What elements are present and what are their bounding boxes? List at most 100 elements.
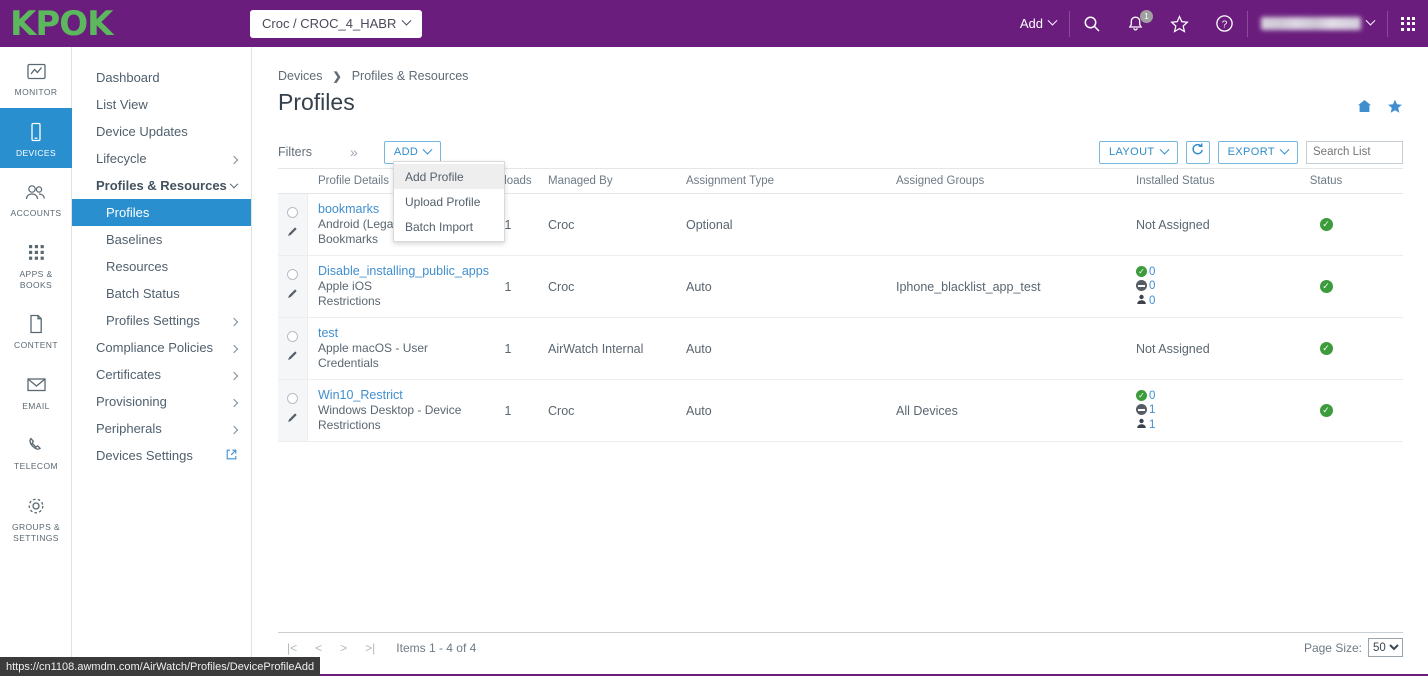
menu-item-label: Add Profile — [405, 169, 464, 184]
breadcrumb-root[interactable]: Devices — [278, 69, 322, 83]
profile-name-link[interactable]: Disable_installing_public_apps — [318, 264, 489, 279]
sidebar-item-certificates[interactable]: Certificates — [72, 361, 251, 388]
sidebar-item-devices-settings[interactable]: Devices Settings — [72, 442, 251, 469]
refresh-button[interactable] — [1185, 140, 1210, 164]
row-select-cell — [278, 256, 308, 317]
accounts-people-icon — [2, 182, 70, 202]
sidebar-item-dashboard[interactable]: Dashboard — [72, 64, 251, 91]
page-size-select[interactable]: 50 — [1368, 638, 1403, 657]
export-button[interactable]: EXPORT — [1217, 140, 1298, 164]
sidebar-item-resources[interactable]: Resources — [72, 253, 251, 280]
managed-by-cell: Croc — [548, 217, 575, 232]
sidebar-item-profiles[interactable]: Profiles — [72, 199, 251, 226]
sidebar-item-batch-status[interactable]: Batch Status — [72, 280, 251, 307]
sidebar-item-lifecycle[interactable]: Lifecycle — [72, 145, 251, 172]
assignment-type-cell: Optional — [686, 217, 733, 232]
profile-name-link[interactable]: Win10_Restrict — [318, 388, 468, 403]
rail-item-email[interactable]: EMAIL — [0, 361, 72, 422]
row-radio[interactable] — [287, 206, 298, 218]
nav-label: Provisioning — [96, 394, 167, 409]
rail-item-content[interactable]: CONTENT — [0, 300, 72, 361]
rail-label: CONTENT — [14, 340, 58, 351]
status-active-icon: ✓ — [1319, 404, 1333, 417]
filters-label[interactable]: Filters — [278, 145, 312, 159]
home-icon[interactable] — [1357, 99, 1372, 119]
installed-status-cell: Not Assigned — [1136, 194, 1271, 255]
search-input[interactable] — [1306, 140, 1403, 164]
user-account-menu[interactable] — [1248, 0, 1387, 47]
table-row[interactable]: Disable_installing_public_apps Apple iOS… — [278, 256, 1403, 318]
add-menu-button[interactable]: Add — [1007, 0, 1069, 47]
sidebar-item-baselines[interactable]: Baselines — [72, 226, 251, 253]
not-installed-count: 1 — [1136, 404, 1271, 416]
rail-item-accounts[interactable]: ACCOUNTS — [0, 168, 72, 229]
column-header-assignment-type[interactable]: Assignment Type — [686, 175, 896, 187]
next-page-button[interactable]: > — [331, 641, 356, 655]
minus-circle-icon — [1136, 280, 1147, 291]
menu-item-add-profile[interactable]: Add Profile — [394, 164, 504, 189]
page-header: Profiles — [253, 83, 1428, 119]
sidebar-item-list-view[interactable]: List View — [72, 91, 251, 118]
add-dropdown-menu: Add Profile Upload Profile Batch Import — [393, 161, 505, 242]
nav-label: Peripherals — [96, 421, 162, 436]
rail-label: APPS & BOOKS — [19, 268, 53, 290]
installed-count: ✓ 0 — [1136, 390, 1271, 402]
check-circle-icon: ✓ — [1136, 266, 1147, 277]
notifications-button[interactable]: 1 — [1114, 0, 1157, 47]
rail-item-devices[interactable]: DEVICES — [0, 107, 72, 169]
org-group-label: Croc / CROC_4_HABR — [262, 16, 397, 31]
rail-label: TELECOM — [14, 461, 58, 472]
profile-platform: Apple macOS - User — [318, 341, 429, 355]
layout-button[interactable]: LAYOUT — [1098, 140, 1178, 164]
edit-pencil-icon[interactable] — [286, 349, 299, 367]
toolbar-right-actions: LAYOUT EXPORT — [1098, 140, 1403, 164]
installed-status-cell: Not Assigned — [1136, 318, 1271, 379]
menu-item-upload-profile[interactable]: Upload Profile — [394, 189, 504, 214]
assigned-value: 0 — [1149, 294, 1156, 307]
profile-name-link[interactable]: test — [318, 326, 468, 341]
rail-item-apps-books[interactable]: APPS & BOOKS — [0, 229, 72, 300]
profile-platform: Windows Desktop - Device — [318, 403, 462, 417]
edit-pencil-icon[interactable] — [286, 225, 299, 243]
installed-status-cell: ✓ 0 1 1 — [1136, 380, 1271, 441]
last-page-button[interactable]: >| — [356, 641, 384, 655]
column-header-managed-by[interactable]: Managed By — [548, 175, 686, 187]
star-filled-icon[interactable] — [1387, 99, 1403, 119]
column-header-installed-status[interactable]: Installed Status — [1136, 175, 1271, 187]
sidebar-item-compliance-policies[interactable]: Compliance Policies — [72, 334, 251, 361]
edit-pencil-icon[interactable] — [286, 287, 299, 305]
profile-type: Restrictions — [318, 294, 381, 308]
row-radio[interactable] — [287, 268, 298, 280]
org-group-selector[interactable]: Croc / CROC_4_HABR — [250, 9, 423, 38]
edit-pencil-icon[interactable] — [286, 411, 299, 429]
row-radio[interactable] — [287, 392, 298, 404]
table-row[interactable]: Win10_Restrict Windows Desktop - Device … — [278, 380, 1403, 442]
first-page-button[interactable]: |< — [278, 641, 306, 655]
rail-item-groups-settings[interactable]: GROUPS & SETTINGS — [0, 482, 72, 553]
status-cell: ✓ — [1271, 194, 1381, 255]
help-button[interactable]: ? — [1202, 0, 1247, 47]
column-header-status[interactable]: Status — [1271, 175, 1381, 187]
sidebar-item-provisioning[interactable]: Provisioning — [72, 388, 251, 415]
rail-item-monitor[interactable]: MONITOR — [0, 47, 72, 108]
rail-item-telecom[interactable]: TELECOM — [0, 421, 72, 482]
profile-details-cell: test Apple macOS - User Credentials — [308, 318, 468, 379]
menu-item-batch-import[interactable]: Batch Import — [394, 214, 504, 239]
status-url-text: https://cn1108.awmdm.com/AirWatch/Profil… — [6, 660, 315, 673]
column-header-assigned-groups[interactable]: Assigned Groups — [896, 175, 1136, 187]
sidebar-item-device-updates[interactable]: Device Updates — [72, 118, 251, 145]
apps-grid-button[interactable] — [1388, 0, 1428, 47]
sidebar-item-profiles-resources[interactable]: Profiles & Resources — [72, 172, 251, 199]
double-chevron-right-icon[interactable]: » — [350, 144, 358, 160]
sidebar-item-peripherals[interactable]: Peripherals — [72, 415, 251, 442]
rail-label: GROUPS & SETTINGS — [11, 522, 61, 543]
row-radio[interactable] — [287, 330, 298, 342]
search-button[interactable] — [1070, 0, 1114, 47]
breadcrumb-current[interactable]: Profiles & Resources — [352, 69, 469, 83]
table-row[interactable]: test Apple macOS - User Credentials 1 Ai… — [278, 318, 1403, 380]
prev-page-button[interactable]: < — [306, 641, 331, 655]
favorites-button[interactable] — [1157, 0, 1202, 47]
row-select-cell — [278, 194, 308, 255]
sidebar-item-profiles-settings[interactable]: Profiles Settings — [72, 307, 251, 334]
menu-item-label: Batch Import — [405, 219, 474, 234]
